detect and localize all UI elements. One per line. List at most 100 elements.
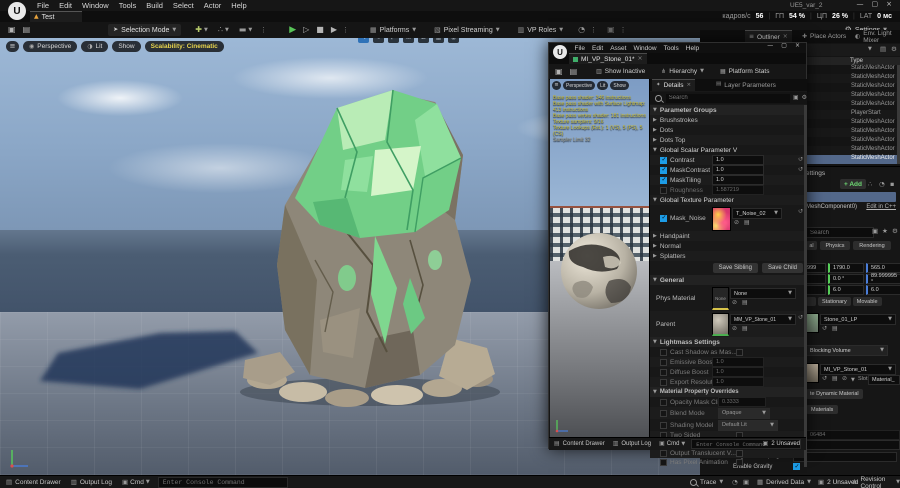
- texture-browse-icon[interactable]: ▤: [744, 220, 750, 226]
- parent-material-thumbnail[interactable]: [712, 313, 729, 336]
- revision-control-dropdown[interactable]: ⋔ Revision Control ▼: [852, 476, 900, 488]
- platforms-dropdown[interactable]: ▦ Platforms ▼: [365, 27, 421, 34]
- value-checkbox[interactable]: [736, 459, 743, 466]
- frame-skip-button[interactable]: ▷: [303, 26, 309, 34]
- selection-mode-dropdown[interactable]: ➤ Selection Mode ▼: [108, 24, 181, 36]
- mesh-use-selected-icon[interactable]: ↺: [822, 326, 827, 332]
- mat-details-tab-close-icon[interactable]: ×: [686, 83, 691, 89]
- cmd-dropdown[interactable]: ▣ Cmd ▼: [122, 479, 150, 486]
- filter-chip-physics[interactable]: Physics: [820, 241, 850, 250]
- menu-help[interactable]: Help: [226, 1, 251, 10]
- reset-icon[interactable]: ↺: [798, 167, 803, 173]
- stage-monitor-icon[interactable]: ◔: [578, 26, 585, 34]
- save-child-button[interactable]: Save Child: [762, 263, 803, 273]
- mat-save-icon[interactable]: ▣: [555, 68, 563, 76]
- details-save-icon[interactable]: ▣: [872, 228, 878, 235]
- slot-name-field[interactable]: Material_: [868, 375, 900, 385]
- outliner-filter-caret-icon[interactable]: ▼: [868, 47, 872, 52]
- blueprint-group[interactable]: ∴▼: [218, 26, 229, 34]
- group-splatters[interactable]: ▶Splatters: [650, 251, 807, 261]
- reset-icon[interactable]: ↺: [798, 315, 803, 321]
- rotation-y-field[interactable]: 0.0 °: [828, 274, 864, 284]
- scale-z-field[interactable]: 6.0: [866, 285, 900, 295]
- rotation-snap-icon[interactable]: ∠: [418, 38, 429, 43]
- mat-menu-asset[interactable]: Asset: [607, 45, 630, 52]
- trace-dropdown[interactable]: Trace ▼: [690, 479, 723, 486]
- preview-show-button[interactable]: Show: [610, 81, 629, 90]
- phys-browse-icon[interactable]: ▤: [742, 300, 748, 306]
- phys-material-dropdown[interactable]: None▼: [730, 288, 796, 299]
- play-options-kebab-icon[interactable]: ⋮: [342, 27, 349, 34]
- preview-lit-button[interactable]: Lit: [597, 81, 608, 90]
- group-global-texture[interactable]: ▼Global Texture Parameter: [650, 195, 807, 205]
- material-thumbnail[interactable]: [806, 363, 819, 383]
- material-property-overrides-header[interactable]: ▼Material Property Overrides: [650, 387, 807, 397]
- folder-icon[interactable]: ▤: [880, 46, 886, 53]
- param-checkbox[interactable]: [660, 157, 667, 164]
- group-dots[interactable]: ▶Dots: [650, 125, 807, 135]
- open-asset-icon[interactable]: ▤: [23, 26, 31, 34]
- value-checkbox[interactable]: [736, 450, 743, 457]
- override-checkbox[interactable]: [660, 410, 667, 417]
- menu-edit[interactable]: Edit: [54, 1, 77, 10]
- mat-menu-tools[interactable]: Tools: [660, 45, 682, 52]
- details-star-icon[interactable]: ★: [882, 228, 888, 235]
- hierarchy-dropdown[interactable]: ⋔ Hierarchy▼: [656, 68, 709, 75]
- override-checkbox[interactable]: [660, 399, 667, 406]
- edit-in-cpp-link[interactable]: Edit in C++: [866, 204, 896, 210]
- scalability-warning-badge[interactable]: Scalability: Cinematic: [145, 41, 224, 52]
- add-actor-group[interactable]: ✚▼: [195, 26, 208, 34]
- mat-menu-help[interactable]: Help: [682, 45, 702, 52]
- material-browse-icon[interactable]: ▤: [832, 376, 838, 382]
- material-use-selected-icon[interactable]: ↺: [822, 376, 827, 382]
- phys-material-thumbnail[interactable]: None: [712, 287, 729, 310]
- group-normal[interactable]: ▶Normal: [650, 241, 807, 251]
- play-button[interactable]: ▶: [289, 26, 296, 35]
- stone-mesh[interactable]: [225, 80, 505, 410]
- menu-build[interactable]: Build: [141, 1, 168, 10]
- details-search-input[interactable]: [806, 227, 874, 238]
- material-clear-icon[interactable]: ⊘: [842, 376, 847, 382]
- derived-data-dropdown[interactable]: ▦ Derived Data ▼: [757, 479, 811, 486]
- static-mesh-thumbnail[interactable]: [806, 313, 819, 333]
- output-log-button[interactable]: ▥ Output Log: [71, 479, 112, 486]
- param-checkbox[interactable]: [660, 167, 667, 174]
- mat-menu-file[interactable]: File: [571, 45, 588, 52]
- capture-kebab-icon[interactable]: ⋮: [620, 27, 627, 34]
- console-input[interactable]: [158, 477, 288, 488]
- override-checkbox[interactable]: [660, 359, 667, 366]
- rotate-tool-icon[interactable]: ↻: [373, 38, 384, 43]
- mat-search-input[interactable]: [666, 94, 790, 103]
- mat-tab-close-icon[interactable]: ×: [637, 56, 642, 62]
- blend-mode-dropdown[interactable]: Opaque▼: [718, 408, 770, 419]
- reset-icon[interactable]: ↺: [798, 209, 803, 215]
- layer-parameters-tab[interactable]: ▤ Layer Parameters: [712, 79, 780, 91]
- mat-output-log-button[interactable]: ▥ Output Log: [613, 441, 651, 447]
- scale-tool-icon[interactable]: ⤢: [388, 38, 399, 43]
- angular-damping-field[interactable]: 0.0: [793, 452, 897, 462]
- mat-search-gear-icon[interactable]: ⚙: [802, 95, 807, 101]
- lit-button[interactable]: ◑ Lit: [81, 41, 108, 52]
- group-handpaint[interactable]: ▶Handpaint: [650, 231, 807, 241]
- lock-icon[interactable]: ▪: [890, 181, 894, 188]
- texture-thumbnail[interactable]: [712, 207, 731, 231]
- mobility-movable-button[interactable]: Movable: [853, 297, 882, 306]
- camera-speed-icon[interactable]: ◉: [448, 38, 459, 43]
- component-name-text[interactable]: MeshComponent0): [806, 204, 857, 210]
- materials-category-button[interactable]: Materials: [806, 405, 838, 414]
- group-global-scalar[interactable]: ▼Global Scalar Parameter V: [650, 145, 807, 155]
- texture-dropdown[interactable]: T_Noise_02▼: [732, 208, 782, 219]
- close-icon[interactable]: ×: [783, 34, 788, 40]
- param-value-field[interactable]: 1.0: [712, 155, 764, 165]
- mat-search-save-icon[interactable]: ▣: [793, 95, 799, 101]
- location-z-field[interactable]: 565.0: [866, 263, 900, 273]
- material-dropdown[interactable]: MI_VP_Stone_01▼: [820, 364, 896, 375]
- mat-close-button[interactable]: ×: [791, 43, 804, 49]
- capture-icon[interactable]: ▣: [607, 26, 615, 34]
- override-checkbox[interactable]: [660, 349, 667, 356]
- menu-file[interactable]: File: [32, 1, 54, 10]
- close-button[interactable]: ×: [882, 1, 896, 8]
- mat-maximize-button[interactable]: ▢: [777, 43, 791, 49]
- override-checkbox[interactable]: [660, 450, 667, 457]
- collision-preset-dropdown[interactable]: Blocking Volume▼: [806, 345, 888, 356]
